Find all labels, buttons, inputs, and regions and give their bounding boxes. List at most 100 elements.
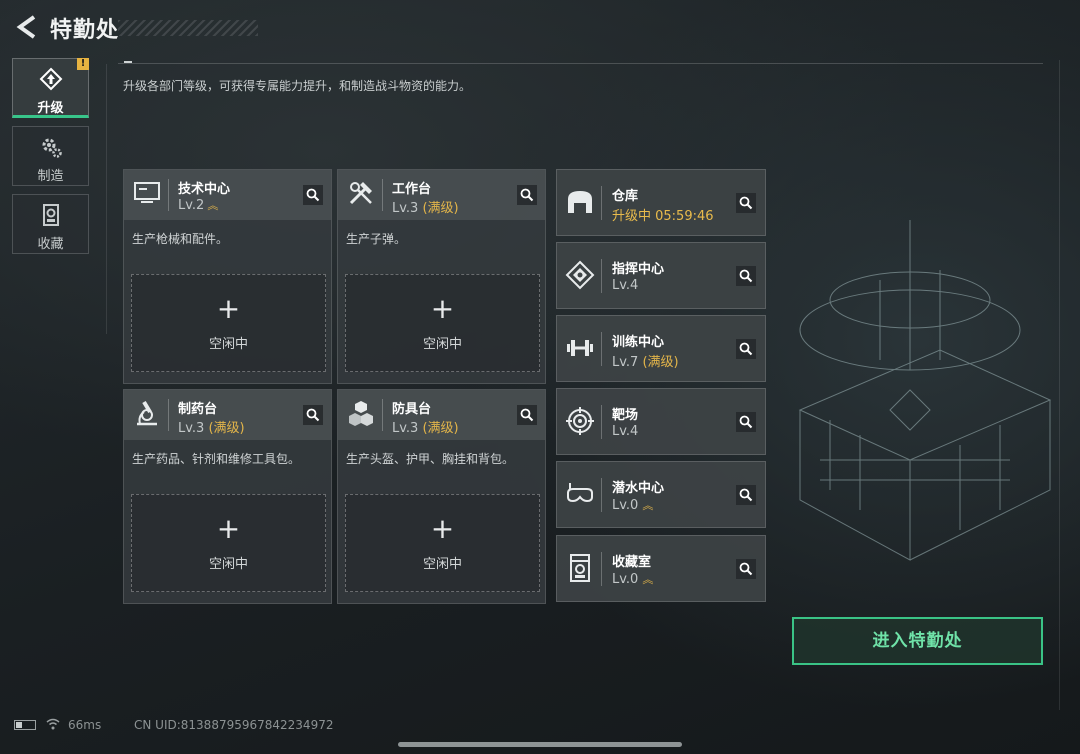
department-level: Lv.2 ︽ [178, 198, 219, 213]
slot-status: 空闲中 [208, 557, 248, 572]
row-separator [601, 259, 602, 293]
production-slot[interactable]: + 空闲中 [345, 274, 540, 372]
upgrade-available-icon: ︽ [207, 199, 219, 212]
production-slot[interactable]: + 空闲中 [345, 494, 540, 592]
slot-status: 空闲中 [208, 337, 248, 352]
department-level: Lv.3 (满级) [392, 421, 459, 436]
sidebar-item-label: 制造 [37, 169, 64, 184]
facility-row-collection-room[interactable]: 收藏室 Lv.0 ︽ [556, 535, 766, 602]
production-slot[interactable]: + 空闲中 [131, 274, 326, 372]
facility-row-warehouse[interactable]: 仓库 升级中 05:59:46 [556, 169, 766, 236]
department-description: 生产头盔、护甲、胸挂和背包。 [346, 452, 515, 466]
row-separator [601, 405, 602, 439]
description-text: 升级各部门等级，可获得专属能力提升，和制造战斗物资的能力。 [123, 79, 472, 93]
sidebar-item-collection[interactable]: 收藏 [12, 194, 89, 254]
facility-level: Lv.0 ︽ [612, 498, 654, 513]
search-icon[interactable] [303, 185, 323, 205]
search-icon[interactable] [736, 559, 756, 579]
department-description: 生产子弹。 [346, 232, 407, 246]
sidebar-item-label: 收藏 [37, 237, 64, 252]
facility-name: 指挥中心 [612, 262, 665, 277]
plus-icon: + [216, 292, 241, 325]
target-icon [566, 407, 594, 435]
search-icon[interactable] [736, 339, 756, 359]
facility-row-shooting-range[interactable]: 靶场 Lv.4 [556, 388, 766, 455]
plus-icon: + [430, 292, 455, 325]
notification-badge: ! [77, 58, 89, 70]
diving-mask-icon [567, 483, 593, 503]
gear-icon [42, 138, 62, 158]
facility-level: Lv.4 [612, 278, 639, 293]
department-level: Lv.3 (满级) [178, 421, 245, 436]
header-divider-tick [124, 61, 132, 63]
page-title: 特勤处 [50, 18, 120, 43]
slot-status: 空闲中 [422, 557, 462, 572]
facility-row-command-center[interactable]: 指挥中心 Lv.4 [556, 242, 766, 309]
sidebar-divider [106, 64, 107, 334]
search-icon[interactable] [736, 266, 756, 286]
upgrade-available-icon: ︽ [642, 499, 654, 512]
production-slot[interactable]: + 空闲中 [131, 494, 326, 592]
department-card-pharmacy: 制药台 Lv.3 (满级) 生产药品、针剂和维修工具包。 + 空闲中 [123, 389, 332, 604]
status-bar: 66ms CN UID:8138879596784223​4972 [0, 712, 1080, 738]
home-indicator[interactable] [398, 742, 682, 747]
slot-status: 空闲中 [422, 337, 462, 352]
facility-name: 潜水中心 [612, 481, 665, 496]
microscope-icon [137, 400, 157, 426]
battery-icon [14, 720, 36, 730]
card-header-separator [382, 399, 383, 431]
monitor-icon [134, 182, 160, 203]
row-separator [601, 478, 602, 512]
facility-level: Lv.7 (满级) [612, 355, 679, 370]
frame-rule [1059, 60, 1060, 710]
card-header-separator [382, 179, 383, 211]
facility-name: 靶场 [612, 408, 639, 423]
back-arrow-icon[interactable] [14, 14, 38, 40]
facility-upgrade-timer: 升级中 05:59:46 [612, 209, 714, 224]
facility-name: 收藏室 [612, 555, 652, 570]
department-description: 生产枪械和配件。 [132, 232, 229, 246]
search-icon[interactable] [303, 405, 323, 425]
vault-icon [570, 554, 590, 582]
search-icon[interactable] [736, 485, 756, 505]
row-separator [601, 552, 602, 586]
facility-row-training-center[interactable]: 训练中心 Lv.7 (满级) [556, 315, 766, 382]
enter-special-ops-button[interactable]: 进入特勤处 [792, 617, 1043, 665]
sidebar-item-label: 升级 [37, 101, 64, 116]
warehouse-icon [568, 191, 592, 213]
plus-icon: + [430, 512, 455, 545]
facility-name: 仓库 [612, 189, 639, 204]
dumbbell-icon [567, 340, 593, 356]
facility-level: Lv.4 [612, 424, 639, 439]
upgrade-available-icon: ︽ [642, 573, 654, 586]
collection-icon [43, 204, 59, 226]
card-header-separator [168, 179, 169, 211]
department-name: 制药台 [178, 402, 218, 417]
facility-level: Lv.0 ︽ [612, 572, 654, 587]
upgrade-icon [39, 67, 63, 91]
wifi-icon [46, 718, 60, 730]
department-name: 技术中心 [178, 182, 231, 197]
title-decoration [118, 20, 258, 36]
user-uid: CN UID:8138879596784223​4972 [134, 718, 334, 732]
tools-icon [349, 182, 372, 205]
department-card-workbench: 工作台 Lv.3 (满级) 生产子弹。 + 空闲中 [337, 169, 546, 384]
search-icon[interactable] [517, 185, 537, 205]
department-name: 防具台 [392, 402, 432, 417]
plus-icon: + [216, 512, 241, 545]
search-icon[interactable] [517, 405, 537, 425]
department-description: 生产药品、针剂和维修工具包。 [132, 452, 301, 466]
ping-value: 66ms [68, 718, 102, 732]
facility-name: 训练中心 [612, 335, 665, 350]
row-separator [601, 332, 602, 366]
search-icon[interactable] [736, 193, 756, 213]
sidebar-item-craft[interactable]: 制造 [12, 126, 89, 186]
top-bar: 特勤处 [0, 0, 1080, 56]
command-icon [565, 260, 595, 290]
armor-blocks-icon [349, 401, 373, 426]
department-card-armor-bench: 防具台 Lv.3 (满级) 生产头盔、护甲、胸挂和背包。 + 空闲中 [337, 389, 546, 604]
sidebar-item-upgrade[interactable]: 升级 ! [12, 58, 89, 118]
row-separator [601, 186, 602, 220]
facility-row-diving-center[interactable]: 潜水中心 Lv.0 ︽ [556, 461, 766, 528]
search-icon[interactable] [736, 412, 756, 432]
